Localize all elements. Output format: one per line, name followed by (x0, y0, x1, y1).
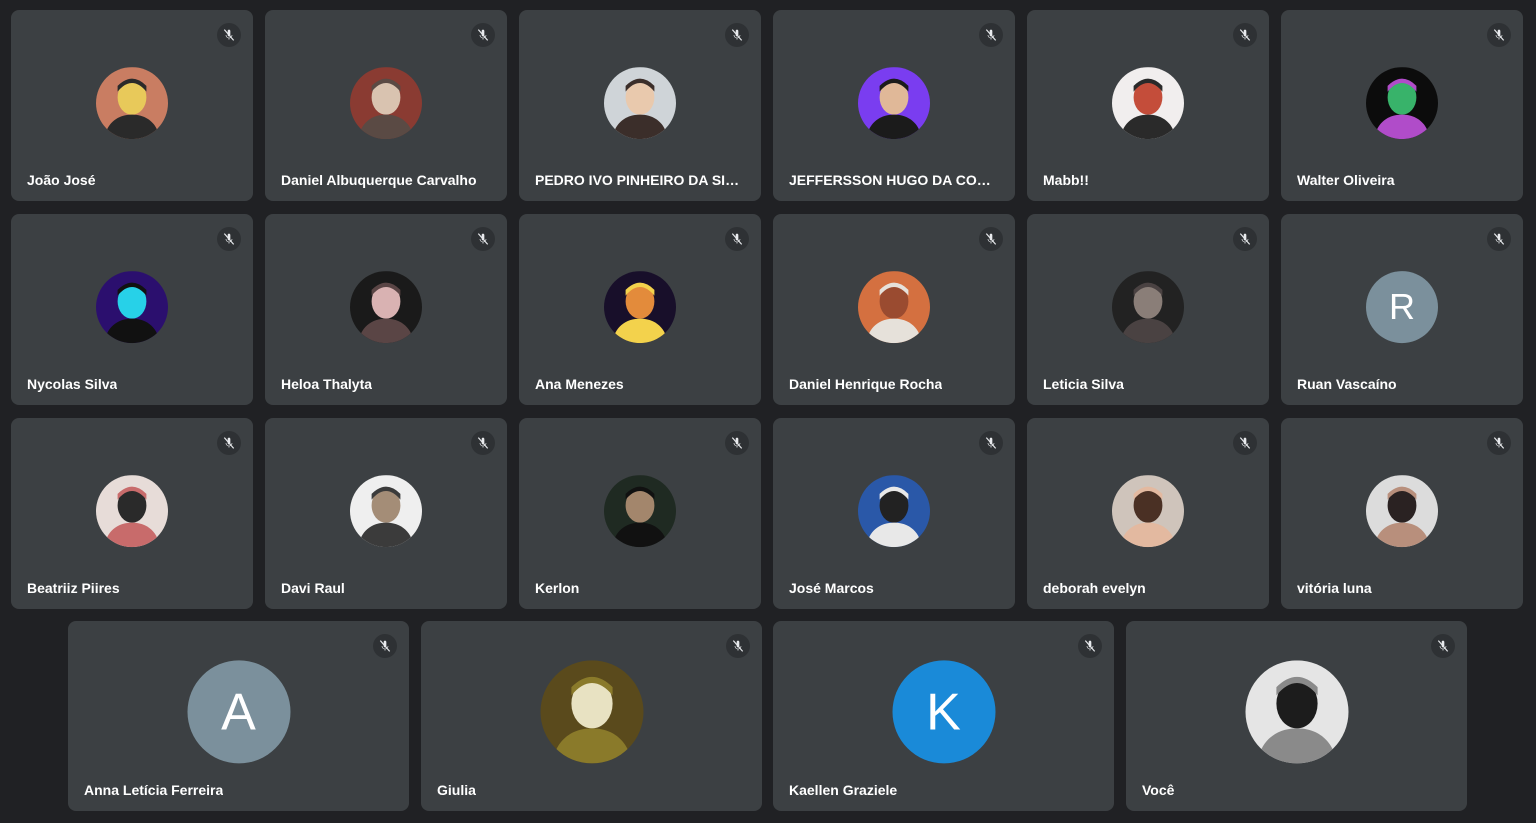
participant-tile[interactable]: R Ruan Vascaíno (1281, 214, 1523, 405)
participant-name: Você (1142, 782, 1175, 798)
avatar (1112, 270, 1184, 343)
participant-tile[interactable]: Mabb!! (1027, 10, 1269, 201)
participant-tile[interactable]: Beatriiz Piires (11, 418, 253, 609)
mic-off-icon (1431, 634, 1455, 658)
avatar (1366, 474, 1438, 547)
avatar (858, 66, 930, 139)
avatar (540, 660, 643, 764)
participant-name: Nycolas Silva (27, 376, 118, 392)
mic-off-icon (979, 227, 1003, 251)
participant-tile[interactable]: JEFFERSSON HUGO DA COST... (773, 10, 1015, 201)
participant-name: Beatriiz Piires (27, 580, 120, 596)
mic-off-icon (726, 634, 750, 658)
mic-off-icon (725, 431, 749, 455)
participant-name: Giulia (437, 782, 476, 798)
participant-tile[interactable]: Heloa Thalyta (265, 214, 507, 405)
avatar (604, 474, 676, 547)
participant-name: Leticia Silva (1043, 376, 1124, 392)
participant-name: José Marcos (789, 580, 874, 596)
mic-off-icon (725, 23, 749, 47)
mic-off-icon (1233, 431, 1257, 455)
avatar (350, 474, 422, 547)
avatar (96, 474, 168, 547)
avatar (1112, 474, 1184, 547)
participant-tile[interactable]: vitória luna (1281, 418, 1523, 609)
mic-off-icon (471, 431, 495, 455)
mic-off-icon (373, 634, 397, 658)
participant-name: Walter Oliveira (1297, 172, 1395, 188)
mic-off-icon (1078, 634, 1102, 658)
avatar-initial: R (1389, 285, 1415, 327)
avatar (96, 66, 168, 139)
avatar (96, 270, 168, 343)
participant-name: Heloa Thalyta (281, 376, 373, 392)
participant-name: JEFFERSSON HUGO DA COST... (789, 172, 999, 188)
participant-tile[interactable]: A Anna Letícia Ferreira (68, 621, 409, 811)
participant-name: João José (27, 172, 96, 188)
participant-tile[interactable]: Nycolas Silva (11, 214, 253, 405)
mic-off-icon (725, 227, 749, 251)
avatar (350, 66, 422, 139)
participant-tile[interactable]: Você (1126, 621, 1467, 811)
participant-tile[interactable]: Davi Raul (265, 418, 507, 609)
avatar (858, 270, 930, 343)
participant-name: Kaellen Graziele (789, 782, 898, 798)
participant-name: Kerlon (535, 580, 580, 596)
participant-tile[interactable]: João José (11, 10, 253, 201)
avatar-initial: A (221, 682, 256, 741)
mic-off-icon (471, 23, 495, 47)
participant-tile[interactable]: Leticia Silva (1027, 214, 1269, 405)
participant-tile[interactable]: Kerlon (519, 418, 761, 609)
avatar (858, 474, 930, 547)
participant-tile[interactable]: Ana Menezes (519, 214, 761, 405)
mic-off-icon (1233, 227, 1257, 251)
mic-off-icon (979, 431, 1003, 455)
mic-off-icon (979, 23, 1003, 47)
participant-tile[interactable]: K Kaellen Graziele (773, 621, 1114, 811)
participant-name: Mabb!! (1043, 172, 1089, 188)
avatar: K (892, 660, 995, 764)
avatar (350, 270, 422, 343)
participant-name: Daniel Albuquerque Carvalho (281, 172, 477, 188)
avatar (1245, 660, 1348, 764)
mic-off-icon (1487, 227, 1511, 251)
participant-name: vitória luna (1297, 580, 1372, 596)
participant-tile[interactable]: José Marcos (773, 418, 1015, 609)
participant-name: Davi Raul (281, 580, 345, 596)
avatar (1366, 66, 1438, 139)
participant-tile[interactable]: PEDRO IVO PINHEIRO DA SILVA (519, 10, 761, 201)
participant-name: PEDRO IVO PINHEIRO DA SILVA (535, 172, 745, 188)
mic-off-icon (1487, 431, 1511, 455)
mic-off-icon (217, 227, 241, 251)
mic-off-icon (217, 431, 241, 455)
participant-name: deborah evelyn (1043, 580, 1146, 596)
mic-off-icon (471, 227, 495, 251)
mic-off-icon (1487, 23, 1511, 47)
mic-off-icon (217, 23, 241, 47)
participant-tile[interactable]: Walter Oliveira (1281, 10, 1523, 201)
avatar (604, 66, 676, 139)
participant-name: Anna Letícia Ferreira (84, 782, 224, 798)
mic-off-icon (1233, 23, 1257, 47)
participant-name: Daniel Henrique Rocha (789, 376, 943, 392)
participant-name: Ana Menezes (535, 376, 624, 392)
participant-name: Ruan Vascaíno (1297, 376, 1397, 392)
avatar: A (187, 660, 290, 764)
avatar-initial: K (926, 682, 961, 741)
participant-tile[interactable]: Daniel Henrique Rocha (773, 214, 1015, 405)
avatar (604, 270, 676, 343)
participant-tile[interactable]: Giulia (421, 621, 762, 811)
avatar: R (1366, 270, 1438, 343)
avatar (1112, 66, 1184, 139)
participant-tile[interactable]: Daniel Albuquerque Carvalho (265, 10, 507, 201)
participant-tile[interactable]: deborah evelyn (1027, 418, 1269, 609)
